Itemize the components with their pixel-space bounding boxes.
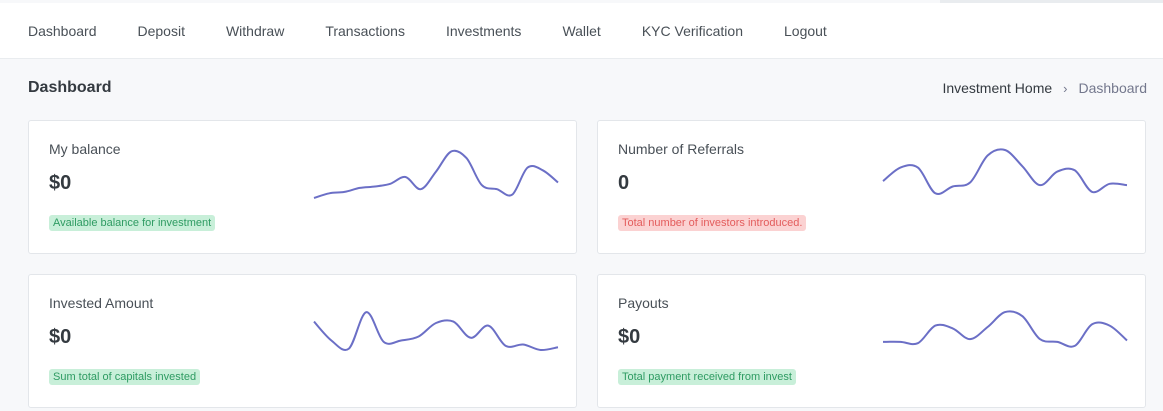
card-title: My balance — [49, 141, 121, 157]
card-value: $0 — [49, 326, 72, 348]
referrals-card: Number of Referrals 0 Total number of in… — [597, 120, 1146, 254]
card-title: Payouts — [618, 295, 669, 311]
nav-logout[interactable]: Logout — [784, 23, 827, 39]
sparkline-path — [313, 149, 559, 199]
page-title: Dashboard — [28, 79, 112, 96]
card-badge: Total number of investors introduced. — [618, 215, 807, 231]
top-nav: Dashboard Deposit Withdraw Transactions … — [0, 3, 1163, 59]
sparkline-path — [882, 310, 1128, 348]
breadcrumb-separator-icon: › — [1063, 80, 1068, 96]
sparkline-chart — [882, 148, 1128, 195]
card-value: $0 — [618, 326, 641, 348]
card-title: Number of Referrals — [618, 141, 745, 157]
card-title: Invested Amount — [49, 295, 154, 311]
nav-withdraw[interactable]: Withdraw — [226, 23, 284, 39]
breadcrumb-investment-home[interactable]: Investment Home — [942, 80, 1052, 96]
sparkline-path — [313, 311, 559, 352]
payouts-card: Payouts $0 Total payment received from i… — [597, 274, 1146, 408]
nav-kyc-verification[interactable]: KYC Verification — [642, 23, 743, 39]
balance-card: My balance $0 Available balance for inve… — [28, 120, 577, 254]
breadcrumb-current: Dashboard — [1078, 80, 1148, 96]
card-badge: Total payment received from invest — [618, 369, 796, 385]
nav-wallet[interactable]: Wallet — [562, 23, 600, 39]
sparkline-chart — [313, 149, 559, 199]
card-badge: Available balance for investment — [49, 215, 216, 231]
nav-deposit[interactable]: Deposit — [138, 23, 185, 39]
sparkline-path — [882, 148, 1128, 195]
sparkline-chart — [882, 310, 1128, 348]
nav-investments[interactable]: Investments — [446, 23, 521, 39]
breadcrumb: Investment Home › Dashboard — [942, 80, 1147, 96]
nav-transactions[interactable]: Transactions — [325, 23, 405, 39]
card-badge: Sum total of capitals invested — [49, 369, 201, 385]
nav-dashboard[interactable]: Dashboard — [28, 23, 97, 39]
sparkline-chart — [313, 311, 559, 352]
card-value: 0 — [618, 172, 630, 194]
card-value: $0 — [49, 172, 72, 194]
invested-card: Invested Amount $0 Sum total of capitals… — [28, 274, 577, 408]
